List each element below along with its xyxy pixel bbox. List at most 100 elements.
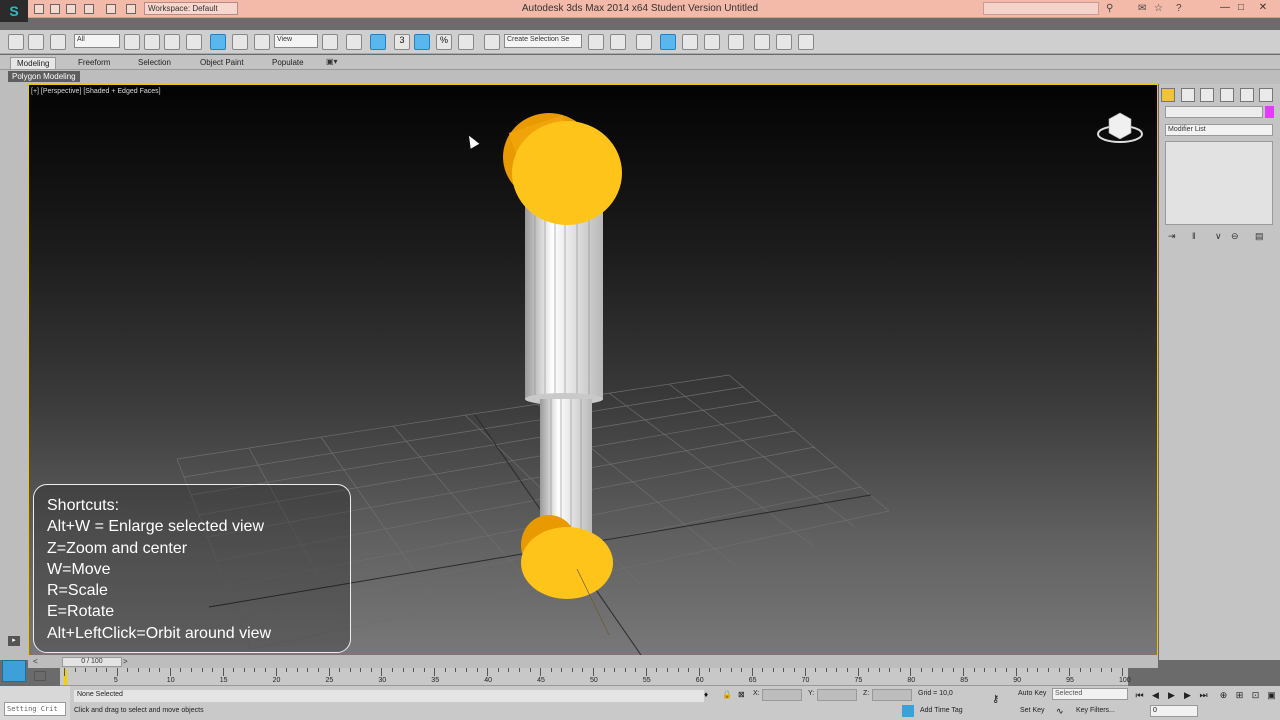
spinner-snap-icon[interactable] — [458, 34, 474, 50]
x-coordinate-field[interactable] — [762, 689, 802, 701]
expand-arrow-icon[interactable]: ▸ — [8, 636, 20, 646]
lock-selection-icon[interactable]: 🔒 — [722, 690, 732, 699]
tab-freeform[interactable]: Freeform — [72, 57, 116, 69]
named-selection-sets-dropdown[interactable]: Create Selection Se — [504, 34, 582, 48]
angle-snap-icon[interactable] — [414, 34, 430, 50]
previous-frame-icon[interactable]: ◀ — [1150, 690, 1161, 700]
motion-tab-icon[interactable] — [1220, 88, 1234, 102]
prev-frame-icon[interactable]: < — [33, 657, 38, 666]
pin-stack-icon[interactable]: ⇥ — [1168, 231, 1180, 241]
unlink-icon[interactable] — [28, 34, 44, 50]
maximize-viewport-icon[interactable]: ▣ — [1266, 690, 1277, 700]
edit-named-selection-icon[interactable] — [484, 34, 500, 50]
schematic-view-icon[interactable] — [704, 34, 720, 50]
go-to-end-icon[interactable]: ⏭ — [1198, 690, 1209, 700]
rendered-frame-window-icon[interactable] — [776, 34, 792, 50]
set-key-button[interactable]: Set Key — [1020, 707, 1045, 714]
key-icon[interactable]: ⚷ — [992, 694, 999, 705]
manipulate-icon[interactable] — [346, 34, 362, 50]
configure-sets-icon[interactable]: ▤ — [1255, 231, 1267, 241]
reference-coordinate-dropdown[interactable]: View — [274, 34, 318, 48]
select-by-name-icon[interactable] — [144, 34, 160, 50]
curve-editor-icon[interactable] — [682, 34, 698, 50]
object-color-swatch[interactable] — [1265, 106, 1274, 118]
toggle-ribbon-icon[interactable] — [660, 34, 676, 50]
utilities-tab-icon[interactable] — [1259, 88, 1273, 102]
absolute-mode-icon[interactable]: ⊠ — [738, 690, 745, 699]
mini-curve-editor-icon[interactable] — [2, 660, 26, 682]
key-tangent-icon[interactable]: ∿ — [1056, 706, 1064, 717]
keyboard-shortcut-override-icon[interactable] — [370, 34, 386, 50]
bind-spacewarp-icon[interactable] — [50, 34, 66, 50]
time-slider[interactable]: 0 / 100 — [62, 657, 122, 667]
z-coordinate-field[interactable] — [872, 689, 912, 701]
next-frame-button-icon[interactable]: ▶ — [1182, 690, 1193, 700]
remove-modifier-icon[interactable]: ⊖ — [1231, 231, 1243, 241]
restore-button[interactable]: □ — [1232, 2, 1250, 13]
play-icon[interactable]: ▶ — [1166, 690, 1177, 700]
auto-key-button[interactable]: Auto Key — [1018, 690, 1046, 697]
render-production-icon[interactable] — [798, 34, 814, 50]
binoculars-icon[interactable]: ⚲ — [1106, 3, 1113, 14]
workspace-dropdown[interactable]: Workspace: Default — [144, 2, 238, 15]
undo-icon[interactable] — [84, 4, 94, 14]
help-icon[interactable]: ? — [1176, 3, 1182, 14]
material-editor-icon[interactable] — [728, 34, 744, 50]
tab-modeling[interactable]: Modeling — [10, 57, 57, 69]
viewport-label[interactable]: [+] [Perspective] [Shaded + Edged Faces] — [31, 88, 161, 95]
render-setup-icon[interactable] — [754, 34, 770, 50]
isolate-icon[interactable]: ♦ — [704, 690, 708, 699]
go-to-start-icon[interactable]: ⏮ — [1134, 690, 1145, 700]
y-coordinate-field[interactable] — [817, 689, 857, 701]
open-file-icon[interactable] — [50, 4, 60, 14]
select-object-icon[interactable] — [124, 34, 140, 50]
new-file-icon[interactable] — [34, 4, 44, 14]
zoom-icon[interactable]: ⊕ — [1218, 690, 1229, 700]
select-and-rotate-icon[interactable] — [232, 34, 248, 50]
tab-selection[interactable]: Selection — [132, 57, 177, 69]
viewcube-icon[interactable] — [1095, 105, 1145, 147]
key-filters-button[interactable]: Key Filters... — [1076, 707, 1115, 714]
key-selection-dropdown[interactable]: Selected — [1052, 688, 1128, 700]
tab-populate[interactable]: Populate — [266, 57, 310, 69]
next-frame-icon[interactable]: > — [123, 657, 128, 666]
select-and-scale-icon[interactable] — [254, 34, 270, 50]
snaps-toggle-icon[interactable]: 3 — [394, 34, 410, 50]
show-end-result-icon[interactable]: ‖ — [1192, 231, 1204, 241]
create-tab-icon[interactable] — [1161, 88, 1175, 102]
window-crossing-icon[interactable] — [186, 34, 202, 50]
modifier-list-dropdown[interactable]: Modifier List — [1165, 124, 1273, 136]
select-and-move-icon[interactable] — [210, 34, 226, 50]
zoom-all-icon[interactable]: ⊞ — [1234, 690, 1245, 700]
maxscript-listener-field[interactable]: Setting Crit — [4, 702, 66, 716]
selection-filter-dropdown[interactable]: All — [74, 34, 120, 48]
object-name-field[interactable] — [1165, 106, 1263, 118]
track-bar-toggle-icon[interactable] — [34, 671, 46, 681]
mirror-icon[interactable] — [588, 34, 604, 50]
hierarchy-tab-icon[interactable] — [1200, 88, 1214, 102]
modifier-stack[interactable] — [1165, 141, 1273, 225]
rectangle-selection-icon[interactable] — [164, 34, 180, 50]
redo-icon[interactable] — [106, 4, 116, 14]
current-frame-field[interactable]: 0 — [1150, 705, 1198, 717]
save-icon[interactable] — [66, 4, 76, 14]
link-icon[interactable] — [8, 34, 24, 50]
project-folder-icon[interactable] — [126, 4, 136, 14]
star-icon[interactable]: ☆ — [1154, 3, 1163, 14]
pivot-center-icon[interactable] — [322, 34, 338, 50]
layer-explorer-icon[interactable] — [636, 34, 652, 50]
add-time-tag[interactable]: Add Time Tag — [920, 707, 963, 714]
zoom-extents-icon[interactable]: ⊡ — [1250, 690, 1261, 700]
communication-icon[interactable]: ✉ — [1138, 3, 1146, 14]
modify-tab-icon[interactable] — [1181, 88, 1195, 102]
make-unique-icon[interactable]: ∨ — [1215, 231, 1227, 241]
close-button[interactable]: ✕ — [1254, 2, 1272, 13]
ribbon-options-icon[interactable]: ▣▾ — [326, 57, 338, 66]
time-tag-icon[interactable] — [902, 705, 914, 717]
tab-object-paint[interactable]: Object Paint — [194, 57, 250, 69]
app-logo-button[interactable]: S — [0, 0, 28, 22]
polygon-modeling-panel[interactable]: Polygon Modeling — [8, 71, 80, 82]
percent-snap-icon[interactable]: % — [436, 34, 452, 50]
display-tab-icon[interactable] — [1240, 88, 1254, 102]
align-icon[interactable] — [610, 34, 626, 50]
